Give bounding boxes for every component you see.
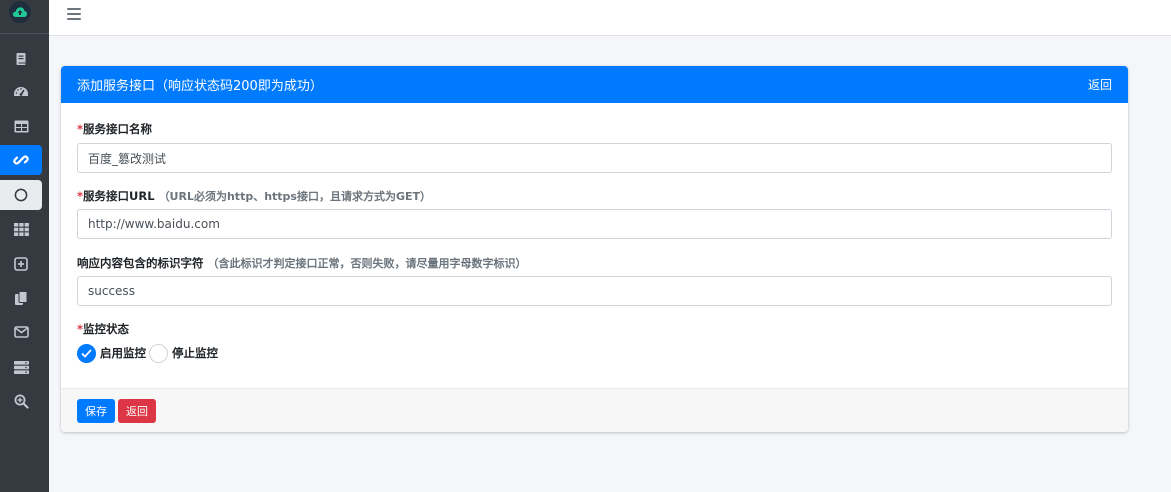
keyword-hint: （含此标识才判定接口正常，否则失败，请尽量用字母数字标识）	[207, 257, 527, 270]
enable-monitor-radio[interactable]	[77, 343, 96, 363]
server-icon	[13, 360, 29, 374]
sidebar-item-table[interactable]	[0, 111, 42, 141]
search-plus-icon	[14, 394, 29, 409]
card-footer: 保存 返回	[61, 388, 1128, 432]
service-url-hint: （URL必须为http、https接口，且请求方式为GET）	[158, 190, 432, 203]
header-back-link[interactable]: 返回	[1088, 76, 1112, 93]
cloud-upload-icon	[12, 3, 28, 22]
sidebar-item-circle[interactable]	[0, 180, 42, 210]
enable-monitor-label[interactable]: 启用监控	[100, 345, 146, 361]
save-button[interactable]: 保存	[77, 399, 115, 423]
sidebar-item-search[interactable]	[0, 386, 42, 416]
sidebar-item-copy[interactable]	[0, 283, 42, 313]
table-icon	[14, 120, 29, 133]
monitor-status-label: *监控状态	[77, 322, 130, 336]
keyword-input[interactable]	[77, 276, 1112, 306]
sidebar-item-server[interactable]	[0, 352, 42, 382]
sidebar-item-dashboard[interactable]	[0, 77, 42, 107]
service-name-label: *服务接口名称	[77, 122, 153, 136]
link-icon	[13, 152, 29, 168]
top-navbar	[49, 0, 1171, 36]
add-service-card: 添加服务接口（响应状态码200即为成功） 返回 *服务接口名称 *服务接口URL…	[61, 66, 1128, 432]
keyword-label: 响应内容包含的标识字符 （含此标识才判定接口正常，否则失败，请尽量用字母数字标识…	[77, 256, 527, 270]
check-icon	[81, 348, 92, 358]
plus-square-icon	[14, 257, 28, 271]
brand[interactable]	[0, 0, 49, 34]
service-url-input[interactable]	[77, 209, 1112, 239]
circle-icon	[14, 188, 28, 202]
sidebar-item-book[interactable]	[0, 44, 42, 74]
card-title: 添加服务接口（响应状态码200即为成功）	[77, 79, 323, 94]
sidebar-item-grid[interactable]	[0, 214, 42, 244]
tachometer-icon	[13, 85, 29, 99]
sidebar-item-mail[interactable]	[0, 317, 42, 347]
copy-icon	[14, 290, 28, 306]
service-url-label: *服务接口URL （URL必须为http、https接口，且请求方式为GET）	[77, 189, 432, 203]
card-header: 添加服务接口（响应状态码200即为成功） 返回	[61, 66, 1128, 103]
bars-icon[interactable]	[67, 7, 81, 21]
service-name-input[interactable]	[77, 143, 1112, 173]
grid-icon	[13, 222, 29, 236]
envelope-icon	[13, 326, 29, 338]
monitor-status-options: 启用监控 停止监控	[77, 343, 218, 363]
brand-logo[interactable]	[9, 1, 31, 23]
book-icon	[14, 52, 28, 66]
sidebar	[0, 0, 49, 492]
stop-monitor-radio[interactable]	[149, 343, 168, 363]
sidebar-item-link[interactable]	[0, 145, 42, 175]
sidebar-item-add[interactable]	[0, 249, 42, 279]
stop-monitor-label[interactable]: 停止监控	[172, 345, 218, 361]
back-button[interactable]: 返回	[118, 399, 156, 423]
card-body: *服务接口名称 *服务接口URL （URL必须为http、https接口，且请求…	[61, 103, 1128, 388]
